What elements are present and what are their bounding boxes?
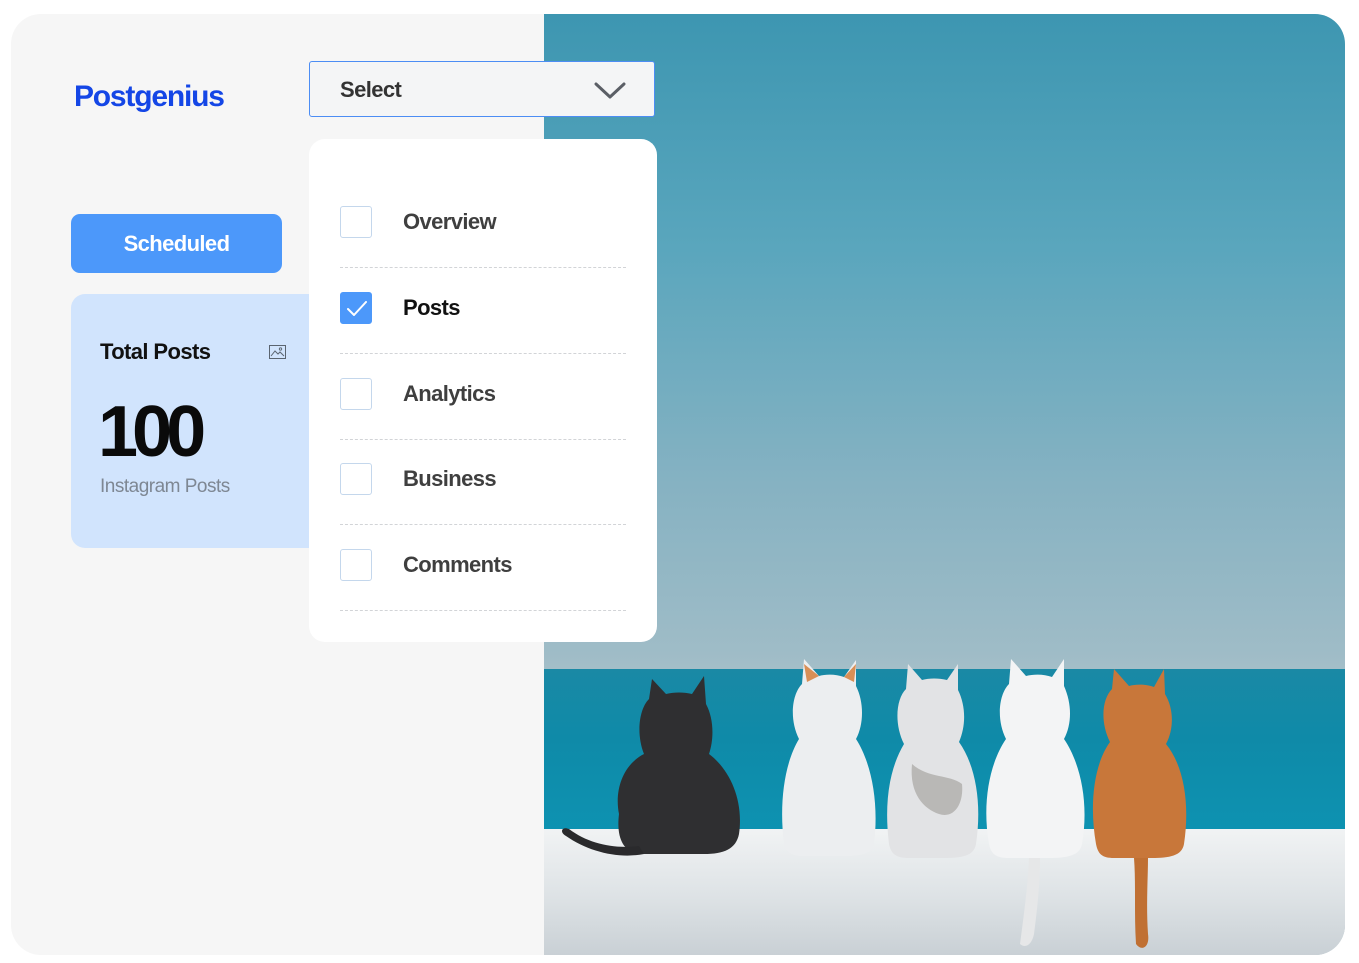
check-icon	[347, 301, 367, 316]
option-label: Comments	[403, 552, 512, 577]
scheduled-button[interactable]: Scheduled	[71, 214, 282, 273]
cat-dark	[562, 676, 740, 856]
option-label: Overview	[403, 209, 497, 234]
image-icon	[269, 345, 286, 359]
option-label: Posts	[403, 295, 461, 320]
option-label: Analytics	[403, 381, 496, 406]
select-dropdown[interactable]: Select	[309, 61, 655, 117]
option-overview[interactable]: Overview	[340, 182, 626, 268]
option-business[interactable]: Business	[340, 439, 626, 525]
checkbox[interactable]	[340, 206, 372, 238]
cats-photo	[544, 14, 1345, 955]
stat-subtitle: Instagram Posts	[100, 476, 230, 497]
option-comments[interactable]: Comments	[340, 525, 626, 611]
select-label: Select	[340, 77, 402, 102]
cats-illustration	[562, 659, 1187, 948]
checkbox[interactable]	[340, 378, 372, 410]
stat-value: 100	[98, 392, 206, 472]
cat-white-3	[986, 659, 1085, 946]
checkbox[interactable]	[340, 463, 372, 495]
cat-white-1	[782, 659, 876, 856]
app-window: Postgenius Scheduled Total Posts 100 Ins…	[11, 14, 1345, 955]
cat-orange	[1092, 669, 1187, 948]
brand-logo[interactable]: Postgenius	[74, 80, 225, 114]
chevron-down-icon[interactable]	[594, 82, 626, 100]
cat-white-2	[887, 664, 979, 858]
checkbox[interactable]	[340, 549, 372, 581]
stat-title: Total Posts	[100, 339, 211, 364]
option-posts[interactable]: Posts	[340, 268, 626, 354]
dropdown-menu: Overview Posts Analytics Business Commen…	[309, 139, 657, 642]
option-analytics[interactable]: Analytics	[340, 354, 626, 440]
checkbox-checked[interactable]	[340, 292, 372, 324]
option-label: Business	[403, 466, 497, 491]
